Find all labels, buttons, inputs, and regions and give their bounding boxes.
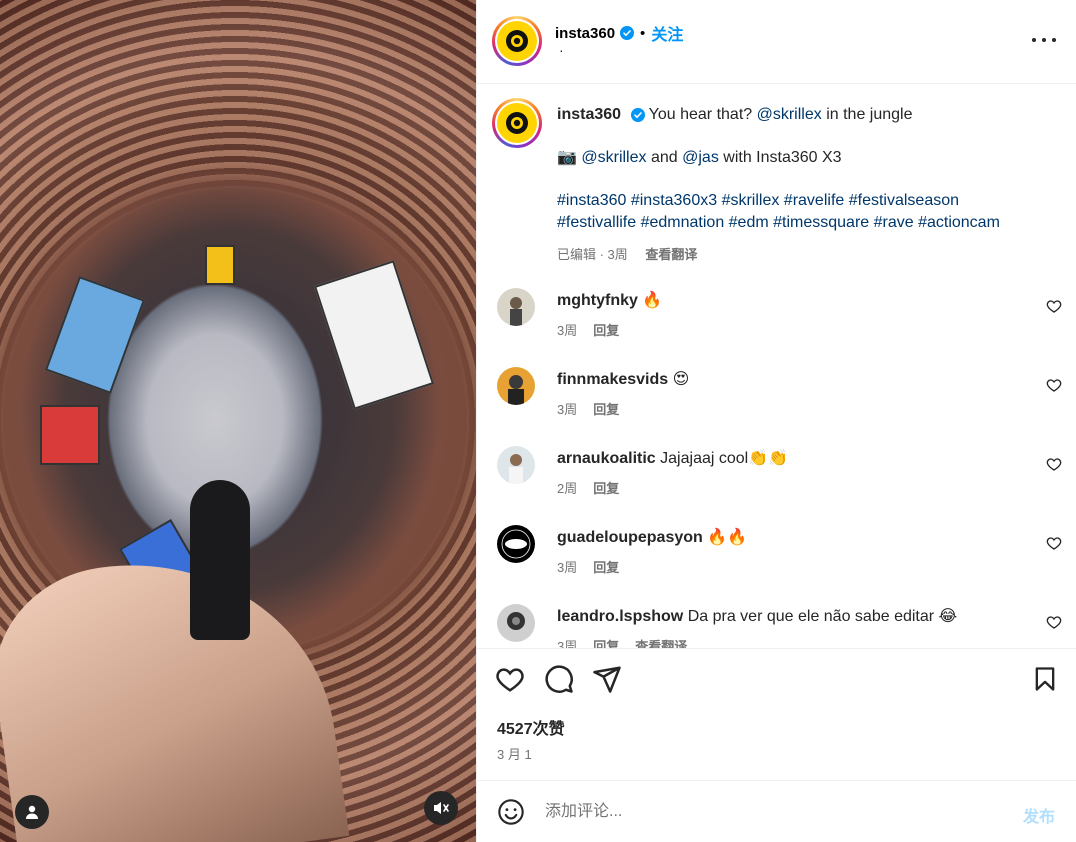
follow-button[interactable]: 关注 [651,21,683,45]
user-icon [26,805,38,819]
post-panel: insta360 • 关注 · insta360 You hear that? … [476,0,1076,842]
post-date: 3 月 1 [497,747,532,762]
emoji-icon[interactable] [497,798,525,826]
caption-text: and [650,149,678,166]
media-billboard [205,245,235,285]
post-actions: 4527次赞 3 月 1 [477,648,1076,780]
speaker-muted-icon [434,802,449,814]
hashtags-line[interactable]: #festivallife #edmnation #edm #timessqua… [557,212,1057,234]
post-caption: insta360 You hear that? @skrillex in the… [557,104,1057,266]
insta360-logo [497,21,537,61]
comment-item: leandro.lspshow Da pra ver que ele não s… [477,604,1076,648]
caption-timestamp: 已编辑 · 3周 [557,247,628,262]
commenter-username[interactable]: arnaukoalitic [557,450,656,467]
caption-meta: 已编辑 · 3周 查看翻译 [557,244,1057,266]
more-dot-icon [1052,38,1056,42]
comment-item: arnaukoalitic Jajajaaj cool👏👏 2周 回复 [477,446,1076,526]
comment-item: finnmakesvids 😍 3周 回复 [477,367,1076,447]
camera-emoji: 📷 [557,149,577,166]
media-billboard [40,405,100,465]
comment-text: Jajajaaj cool👏👏 [660,450,789,467]
caption-author-avatar[interactable] [492,98,542,148]
like-comment-heart-icon[interactable] [1046,377,1062,393]
comment-button[interactable] [543,663,575,695]
comment-text: 🔥 [642,292,663,309]
comment-time: 3周 [557,639,578,648]
comment-time: 3周 [557,323,578,338]
like-button[interactable] [494,663,526,695]
reply-button[interactable]: 回复 [593,402,619,417]
translate-button[interactable]: 查看翻译 [645,247,697,262]
mention-link[interactable]: @skrillex [757,106,822,123]
mention-link[interactable]: @jas [682,149,719,166]
caption-text: You hear that? [648,106,753,123]
post-media[interactable] [0,0,476,842]
commenter-username[interactable]: guadeloupepasyon [557,529,703,546]
post-comment-button[interactable]: 发布 [1023,803,1055,827]
mute-button[interactable] [424,791,458,825]
reply-button[interactable]: 回复 [593,323,619,338]
header-subtitle: · [559,42,564,58]
paper-plane-icon [593,666,621,693]
caption-author[interactable]: insta360 [557,106,621,123]
comment-item: guadeloupepasyon 🔥🔥 3周 回复 [477,525,1076,605]
like-comment-heart-icon[interactable] [1046,535,1062,551]
comment-text: 🔥🔥 [707,529,748,546]
commenter-avatar[interactable] [497,288,535,326]
share-button[interactable] [591,663,623,695]
commenter-avatar[interactable] [497,604,535,642]
verified-icon [630,107,645,122]
comments-section[interactable]: insta360 You hear that? @skrillex in the… [477,84,1076,648]
comment-text: 😍 [672,371,690,388]
separator-dot: • [640,24,646,42]
like-comment-heart-icon[interactable] [1046,456,1062,472]
reply-button[interactable]: 回复 [593,639,619,648]
hashtags-line[interactable]: #insta360 #insta360x3 #skrillex #ravelif… [557,190,1057,212]
translate-button[interactable]: 查看翻译 [635,639,687,648]
caption-text: with Insta360 X3 [723,149,842,166]
save-button[interactable] [1029,663,1061,695]
comment-composer: 发布 [477,780,1076,842]
comment-icon [545,665,573,693]
more-dot-icon [1042,38,1046,42]
commenter-username[interactable]: mghtyfnky [557,292,638,309]
heart-icon [496,668,524,692]
comment-time: 3周 [557,402,578,417]
insta360-logo [497,103,537,143]
comment-time: 2周 [557,481,578,496]
likes-count[interactable]: 4527次赞 [497,715,565,739]
reply-button[interactable]: 回复 [593,481,619,496]
like-comment-heart-icon[interactable] [1046,614,1062,630]
commenter-username[interactable]: leandro.lspshow [557,608,683,625]
author-avatar[interactable] [492,16,542,66]
author-line: insta360 • 关注 [555,21,683,45]
caption-text: in the jungle [826,106,913,123]
comment-text: Da pra ver que ele não sabe editar 😂 [687,608,958,625]
mention-link[interactable]: @skrillex [581,149,646,166]
comment-item: mghtyfnky 🔥 3周 回复 [477,288,1076,368]
post-header: insta360 • 关注 · [477,0,1076,84]
reply-button[interactable]: 回复 [593,560,619,575]
commenter-avatar[interactable] [497,367,535,405]
comment-input[interactable] [545,800,1005,824]
hashtags[interactable]: #insta360 #insta360x3 #skrillex #ravelif… [557,190,1057,234]
tagged-users-button[interactable] [15,795,49,829]
commenter-avatar[interactable] [497,525,535,563]
like-comment-heart-icon[interactable] [1046,298,1062,314]
verified-icon [620,26,635,40]
commenter-username[interactable]: finnmakesvids [557,371,668,388]
author-username[interactable]: insta360 [555,25,615,42]
more-options-button[interactable] [1032,30,1056,50]
commenter-avatar[interactable] [497,446,535,484]
comment-time: 3周 [557,560,578,575]
bookmark-icon [1035,667,1055,691]
more-dot-icon [1032,38,1036,42]
media-person [190,480,250,640]
